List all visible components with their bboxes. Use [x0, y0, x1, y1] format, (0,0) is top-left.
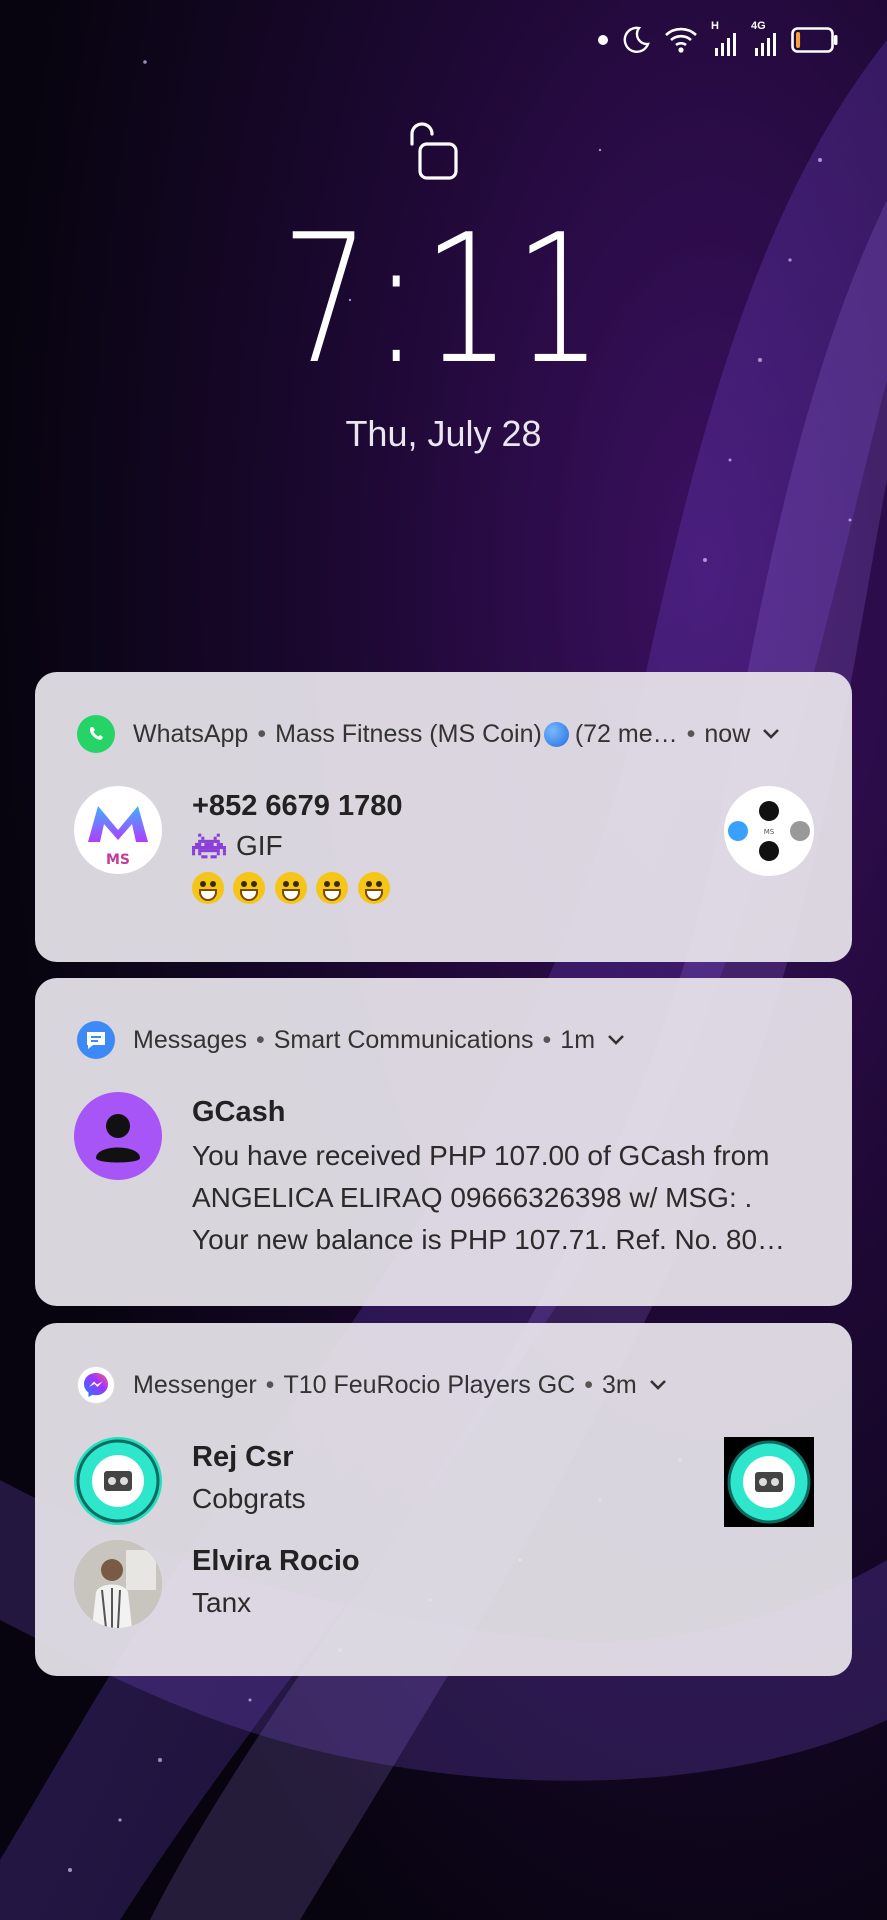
chevron-down-icon[interactable]	[647, 1378, 669, 1392]
grinning-emoji-icon	[316, 872, 349, 904]
separator-dot: •	[257, 719, 267, 748]
svg-text:MS: MS	[764, 828, 775, 836]
grinning-emoji-icon	[274, 872, 307, 904]
unlocked-padlock-icon[interactable]	[404, 120, 460, 182]
app-name: Messages	[133, 1025, 247, 1054]
smiling-emoji-icon	[357, 872, 390, 904]
lockscreen-date: Thu, July 28	[345, 413, 542, 454]
notification-card-messenger[interactable]: Messenger • T10 FeuRocio Players GC • 3m…	[35, 1323, 852, 1676]
sender-name: Elvira Rocio	[192, 1545, 360, 1577]
notification-header: Messages • Smart Communications • 1m	[77, 1020, 627, 1060]
wifi-icon	[665, 27, 697, 53]
app-name: Messenger	[133, 1370, 257, 1399]
moon-icon	[623, 26, 650, 53]
dot-icon	[598, 35, 608, 45]
sender-name: +852 6679 1780	[192, 790, 403, 822]
notification-header: Messenger • T10 FeuRocio Players GC • 3m	[77, 1365, 669, 1405]
battery-icon	[791, 27, 838, 53]
grinning-emoji-icon	[192, 872, 224, 904]
separator-dot: •	[584, 1370, 593, 1399]
separator-dot: •	[255, 1025, 265, 1054]
group-badge-avatar	[74, 1437, 162, 1525]
notification-header: WhatsApp • Mass Fitness (MS Coin) (72 me…	[77, 714, 782, 754]
status-bar: H 4G	[597, 18, 839, 62]
grinning-emoji-icon	[233, 872, 266, 904]
message-line: ANGELICA ELIRAQ 09666326398 w/ MSG: .	[192, 1182, 753, 1213]
notification-card-whatsapp[interactable]: WhatsApp • Mass Fitness (MS Coin) (72 me…	[35, 672, 852, 962]
messages-app-icon	[77, 1021, 115, 1059]
messenger-icon	[77, 1366, 115, 1404]
svg-text:MS: MS	[106, 852, 130, 868]
ms-coin-thumbnail: MS	[724, 786, 814, 876]
chevron-down-icon[interactable]	[605, 1033, 627, 1047]
conversation-name: Smart Communications	[273, 1025, 534, 1054]
separator-dot: •	[686, 719, 696, 748]
sender-name: Rej Csr	[192, 1441, 294, 1473]
signal-h-icon: H	[711, 20, 739, 58]
message-line: You have received PHP 107.00 of GCash fr…	[192, 1140, 770, 1171]
notification-time: now	[704, 719, 751, 748]
whatsapp-icon	[77, 715, 115, 753]
contact-photo-avatar	[74, 1540, 162, 1628]
alien-monster-icon	[192, 833, 226, 859]
contact-avatar	[74, 1092, 162, 1180]
blue-circle-emoji-icon	[543, 721, 569, 747]
emoji-line	[192, 872, 395, 904]
conversation-name: T10 FeuRocio Players GC	[283, 1370, 576, 1399]
ms-coin-avatar: MS	[74, 786, 162, 874]
notification-card-messages[interactable]: Messages • Smart Communications • 1m GCa…	[35, 978, 852, 1306]
signal-4g-icon: 4G	[751, 20, 779, 58]
gif-message-line: GIF	[192, 830, 283, 862]
message-count: (72 me…	[574, 719, 678, 748]
chevron-down-icon[interactable]	[760, 727, 782, 741]
gif-label: GIF	[236, 830, 283, 861]
lockscreen-clock: 7:11	[281, 196, 606, 403]
message-line: Cobgrats	[192, 1483, 306, 1514]
notification-time: 3m	[601, 1370, 637, 1399]
separator-dot: •	[542, 1025, 552, 1054]
separator-dot: •	[265, 1370, 275, 1399]
message-line: Tanx	[192, 1587, 252, 1618]
notification-time: 1m	[560, 1025, 596, 1054]
group-badge-thumbnail	[724, 1437, 814, 1527]
message-line: Your new balance is PHP 107.71. Ref. No.…	[192, 1224, 786, 1255]
app-name: WhatsApp	[133, 719, 249, 748]
conversation-name: Mass Fitness (MS Coin)	[275, 719, 542, 748]
sender-name: GCash	[192, 1096, 286, 1128]
